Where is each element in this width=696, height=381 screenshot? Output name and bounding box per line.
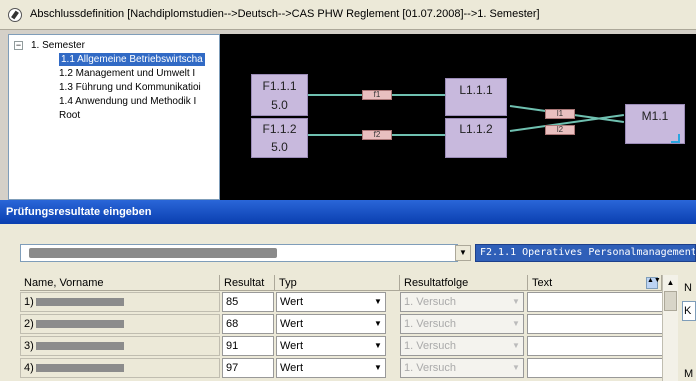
text-input[interactable] [527,314,663,334]
connector-tag-f1[interactable]: f1 [362,90,392,100]
tree-item-anwendung-methodik[interactable]: 1.4 Anwendung und Methodik I [59,95,196,108]
resultatfolge-select: 1. Versuch ▼ [400,314,524,334]
column-header-text[interactable]: Text [528,275,662,291]
typ-value: Wert [280,296,304,308]
folge-value: 1. Versuch [404,340,456,352]
node-id: F1.1.2 [262,122,297,136]
node-id: L1.1.1 [459,83,493,97]
row-index: 2) [24,318,34,330]
resultat-input[interactable]: 91 [222,336,274,356]
typ-value: Wert [280,340,304,352]
column-header-name[interactable]: Name, Vorname [20,275,220,291]
chevron-down-icon: ▼ [512,341,520,350]
redacted-name [35,320,124,329]
semester-tree[interactable]: − 1. Semester 1.1 Allgemeine Betriebswir… [8,34,220,200]
module-select[interactable]: F2.1.1 Operatives Personalmanagement I [475,244,696,262]
sort-updown-icon[interactable]: ▲▼ [646,277,661,289]
chevron-down-icon: ▼ [512,297,520,306]
row-index: 3) [24,340,34,352]
text-input[interactable] [527,292,663,312]
reglement-select[interactable] [20,244,458,262]
connector-tag-l1[interactable]: l1 [545,109,575,119]
results-table: Name, Vorname Resultat Typ Resultatfolge… [20,275,686,381]
row-name[interactable]: 4) [20,358,220,378]
tree-item-fuehrung-kommunikation[interactable]: 1.3 Führung und Kommunikatioi [59,81,201,94]
row-index: 4) [24,362,34,374]
window-titlebar: Abschlussdefinition [Nachdiplomstudien--… [0,0,696,30]
node-id: L1.1.2 [459,122,493,136]
graph-node-l1-1-2[interactable]: L1.1.2 [445,118,507,158]
row-name[interactable]: 2) [20,314,220,334]
redacted-text [29,248,277,258]
column-header-resultatfolge[interactable]: Resultatfolge [400,275,528,291]
resize-handle-icon[interactable] [671,134,680,143]
structure-graph-canvas: f1 f2 l1 l2 F1.1.1 5.0 F1.1.2 5.0 L1.1.1… [220,34,696,200]
chevron-down-icon: ▼ [512,363,520,372]
tree-item-root[interactable]: Root [59,109,80,122]
graph-node-l1-1-1[interactable]: L1.1.1 [445,78,507,116]
folge-value: 1. Versuch [404,362,456,374]
resultatfolge-select: 1. Versuch ▼ [400,336,524,356]
table-scrollbar[interactable]: ▲ [662,275,678,381]
typ-value: Wert [280,362,304,374]
column-header-resultat[interactable]: Resultat [220,275,275,291]
tree-item-allgemeine-bwl[interactable]: 1.1 Allgemeine Betriebswirtscha [59,53,205,66]
connector-tag-f2[interactable]: f2 [362,130,392,140]
node-id: M1.1 [641,109,669,123]
row-name[interactable]: 3) [20,336,220,356]
chevron-down-icon[interactable]: ▼ [372,340,384,352]
results-dialog: Prüfungsresultate eingeben ▼ F2.1.1 Oper… [0,200,696,381]
scroll-up-icon[interactable]: ▲ [663,275,678,291]
side-label-m: M [684,368,694,380]
graph-node-f1-1-2[interactable]: F1.1.2 5.0 [251,118,308,158]
redacted-name [35,364,124,373]
resultatfolge-select: 1. Versuch ▼ [400,358,524,378]
typ-value: Wert [280,318,304,330]
typ-select[interactable]: Wert ▼ [276,292,386,312]
tree-root-semester[interactable]: 1. Semester [31,39,85,52]
text-input[interactable] [527,336,663,356]
chevron-down-icon[interactable]: ▼ [372,296,384,308]
no-entry-icon [8,8,22,22]
column-header-typ[interactable]: Typ [275,275,400,291]
side-label-n: N [684,282,692,294]
dialog-title: Prüfungsresultate eingeben [0,200,696,224]
graph-node-f1-1-1[interactable]: F1.1.1 5.0 [251,74,308,116]
redacted-name [35,298,124,307]
chevron-down-icon[interactable]: ▼ [455,245,471,261]
folge-value: 1. Versuch [404,296,456,308]
resultat-input[interactable]: 85 [222,292,274,312]
resultat-input[interactable]: 68 [222,314,274,334]
typ-select[interactable]: Wert ▼ [276,336,386,356]
redacted-name [35,342,124,351]
collapse-icon[interactable]: − [14,41,23,50]
node-value: 5.0 [271,98,288,112]
resultatfolge-select: 1. Versuch ▼ [400,292,524,312]
resultat-input[interactable]: 97 [222,358,274,378]
connector-tag-l2[interactable]: l2 [545,125,575,135]
folge-value: 1. Versuch [404,318,456,330]
row-name[interactable]: 1) [20,292,220,312]
node-value: 5.0 [271,140,288,154]
typ-select[interactable]: Wert ▼ [276,314,386,334]
chevron-down-icon: ▼ [512,319,520,328]
chevron-down-icon[interactable]: ▼ [372,362,384,374]
text-input[interactable] [527,358,663,378]
row-index: 1) [24,296,34,308]
chevron-down-icon[interactable]: ▼ [372,318,384,330]
typ-select[interactable]: Wert ▼ [276,358,386,378]
side-field[interactable]: K [682,301,696,321]
tree-item-management-umwelt[interactable]: 1.2 Management und Umwelt I [59,67,195,80]
node-id: F1.1.1 [262,79,297,93]
scrollbar-thumb[interactable] [664,291,677,311]
window-title: Abschlussdefinition [Nachdiplomstudien--… [30,8,540,20]
